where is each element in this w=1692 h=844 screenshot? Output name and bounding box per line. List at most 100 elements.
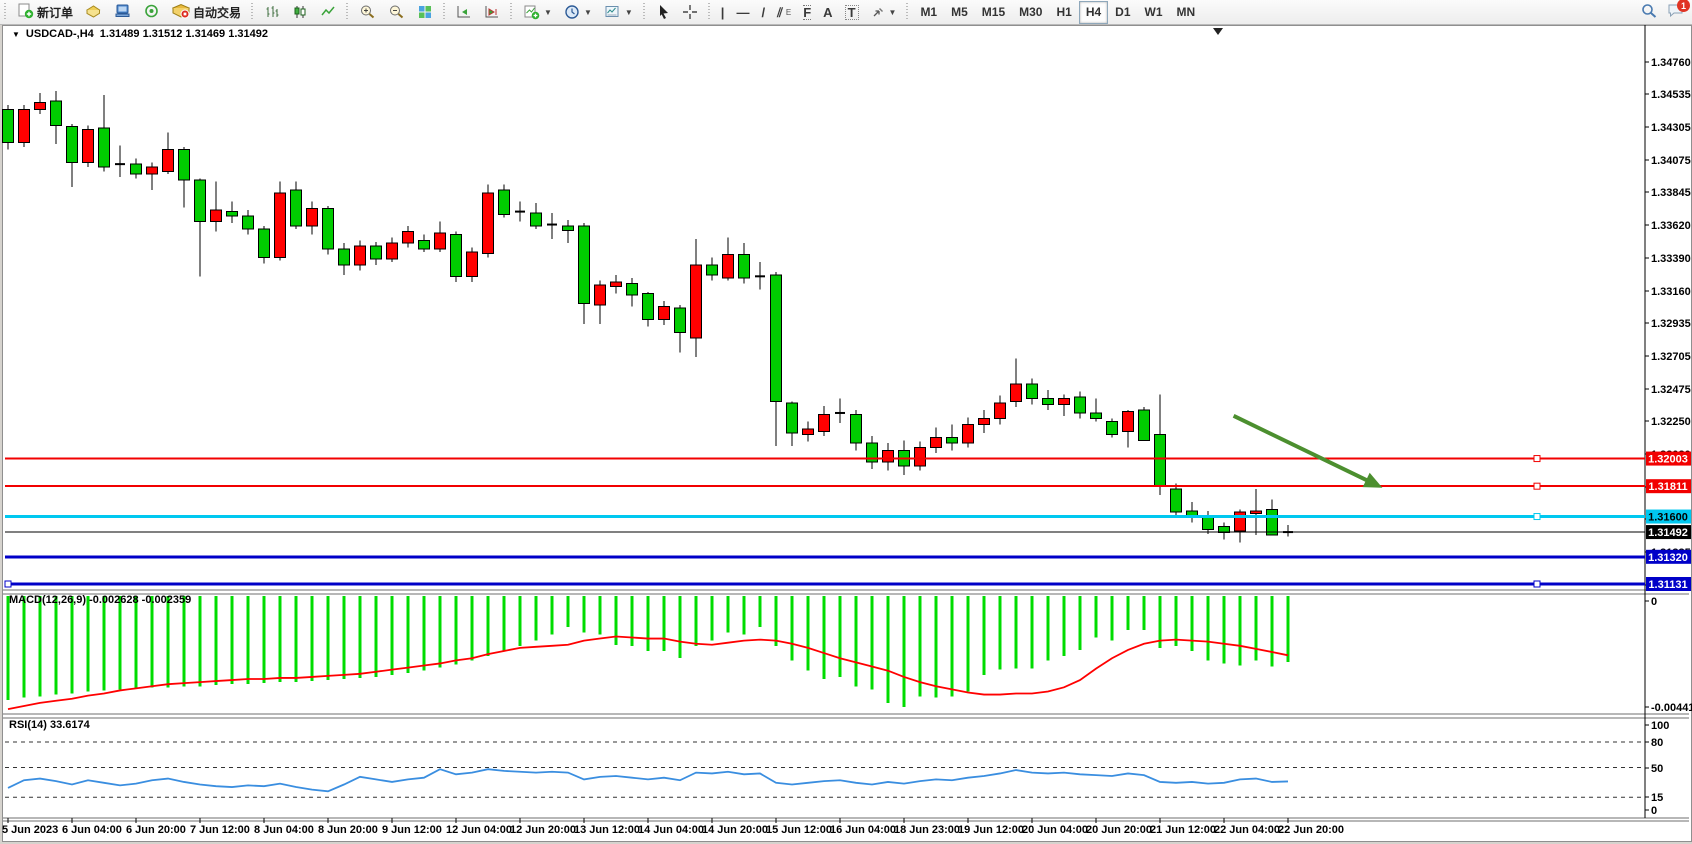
- time-axis-label: 22 Jun 20:00: [1278, 824, 1344, 836]
- metaeditor-button[interactable]: [80, 3, 107, 22]
- line-chart-button[interactable]: [315, 3, 341, 22]
- timeframe-M5[interactable]: M5: [944, 1, 975, 24]
- price-axis-label: 1.34760: [1651, 57, 1691, 69]
- indicators-button[interactable]: ▼: [518, 3, 557, 22]
- candle-body: [467, 252, 478, 276]
- line-handle[interactable]: [1534, 581, 1540, 587]
- toolbar-grip[interactable]: [345, 3, 350, 21]
- candle-body: [1139, 410, 1150, 440]
- candle-body: [931, 437, 942, 447]
- toolbar-grip[interactable]: [250, 3, 255, 21]
- price-line-label: 1.31600: [1648, 512, 1688, 524]
- timeframe-H4[interactable]: H4: [1079, 1, 1108, 24]
- timeframe-MN[interactable]: MN: [1170, 1, 1203, 24]
- zoom-in-icon: [359, 4, 376, 20]
- candle-body: [963, 424, 974, 443]
- auto-scroll-button[interactable]: [451, 3, 477, 22]
- zoom-out-button[interactable]: [383, 3, 410, 22]
- trendline-icon: /: [761, 6, 765, 19]
- vertical-line-tool-button[interactable]: |: [716, 3, 730, 22]
- macd-axis-label: -0.004415: [1651, 702, 1692, 714]
- cursor-tool-button[interactable]: [651, 3, 675, 22]
- candle-body: [1267, 509, 1278, 535]
- timeframe-D1[interactable]: D1: [1108, 1, 1137, 24]
- periods-button[interactable]: ▼: [559, 3, 597, 22]
- timeframe-W1[interactable]: W1: [1138, 1, 1170, 24]
- candle-body: [1011, 384, 1022, 401]
- candlestick-chart-button[interactable]: [287, 3, 313, 22]
- trend-arrow[interactable]: [1234, 416, 1370, 482]
- terminal-button[interactable]: [109, 3, 136, 22]
- candle-body: [83, 130, 94, 163]
- rsi-line: [8, 769, 1288, 791]
- timeframe-M30[interactable]: M30: [1012, 1, 1049, 24]
- price-line-label: 1.31131: [1648, 579, 1687, 591]
- candle-body: [195, 180, 206, 222]
- text-tool-button[interactable]: A: [818, 3, 837, 22]
- bar-chart-button[interactable]: [259, 3, 285, 22]
- timeframe-H1[interactable]: H1: [1049, 1, 1078, 24]
- templates-button[interactable]: ▼: [599, 3, 638, 22]
- toolbar-grip[interactable]: [3, 3, 8, 21]
- timeframe-M1[interactable]: M1: [913, 1, 944, 24]
- equidistant-channel-tool-button[interactable]: ⫽E: [772, 3, 796, 22]
- time-axis-label: 5 Jun 2023: [2, 824, 58, 836]
- price-axis-label: 1.33160: [1651, 286, 1691, 298]
- price-line-label: 1.31811: [1648, 481, 1687, 493]
- timeframe-M15[interactable]: M15: [975, 1, 1012, 24]
- terminal-icon: [114, 3, 131, 22]
- label-tool-button[interactable]: T: [840, 3, 864, 22]
- toolbar-grip[interactable]: [905, 3, 910, 21]
- periods-dropdown-caret[interactable]: ▼: [584, 8, 592, 17]
- search-icon: [1641, 3, 1657, 19]
- chart-canvas[interactable]: 1.347601.345351.343051.340751.338451.336…: [0, 24, 1692, 844]
- zoom-in-button[interactable]: [354, 3, 381, 22]
- autotrading-icon: [172, 3, 190, 22]
- templates-dropdown-caret[interactable]: ▼: [625, 8, 633, 17]
- toolbar-grip[interactable]: [642, 3, 647, 21]
- indicators-dropdown-caret[interactable]: ▼: [544, 8, 552, 17]
- candle-body: [915, 447, 926, 466]
- arrows-dropdown-caret[interactable]: ▼: [889, 8, 897, 17]
- chart-shift-button[interactable]: [479, 3, 505, 22]
- fibonacci-tool-button[interactable]: F: [798, 3, 816, 22]
- line-handle[interactable]: [1534, 514, 1540, 520]
- price-axis-label: 1.34305: [1651, 122, 1691, 134]
- search-button[interactable]: [1641, 3, 1657, 22]
- tile-windows-button[interactable]: [412, 3, 438, 22]
- arrows-tool-button[interactable]: ▼: [866, 3, 902, 22]
- candle-body: [595, 285, 606, 305]
- line-handle[interactable]: [1534, 483, 1540, 489]
- candle-body: [275, 193, 286, 258]
- chart-title-collapse-icon[interactable]: ▼: [12, 30, 20, 39]
- new-order-icon: [17, 3, 34, 22]
- new-order-button[interactable]: 新订单: [12, 3, 78, 22]
- candle-body: [659, 307, 670, 320]
- chart-shift-marker[interactable]: [1213, 28, 1223, 35]
- candle-body: [3, 109, 14, 142]
- main-toolbar: 新订单 自动交易: [0, 0, 1692, 25]
- line-handle[interactable]: [1534, 456, 1540, 462]
- auto-scroll-icon: [456, 4, 472, 20]
- toolbar-grip[interactable]: [707, 3, 712, 21]
- toolbar-grip[interactable]: [442, 3, 447, 21]
- crosshair-tool-button[interactable]: [677, 3, 703, 22]
- cursor-icon: [656, 4, 670, 20]
- candle-body: [307, 209, 318, 226]
- price-axis-label: 1.32935: [1651, 318, 1691, 330]
- macd-indicator-label: MACD(12,26,9) -0.002628 -0.002359: [9, 594, 191, 606]
- time-axis-label: 7 Jun 12:00: [190, 824, 250, 836]
- trendline-tool-button[interactable]: /: [756, 3, 770, 22]
- line-handle[interactable]: [5, 581, 11, 587]
- zoom-out-icon: [388, 4, 405, 20]
- toolbar-grip[interactable]: [509, 3, 514, 21]
- signals-button[interactable]: [138, 3, 165, 22]
- price-axis-label: 1.32250: [1651, 416, 1691, 428]
- horizontal-line-tool-button[interactable]: —: [731, 3, 754, 22]
- new-order-label: 新订单: [37, 4, 73, 21]
- candle-body: [787, 403, 798, 433]
- candle-body: [451, 235, 462, 277]
- autotrading-button[interactable]: 自动交易: [167, 3, 246, 22]
- notifications-button[interactable]: 1: [1667, 3, 1684, 21]
- candle-body: [627, 284, 638, 296]
